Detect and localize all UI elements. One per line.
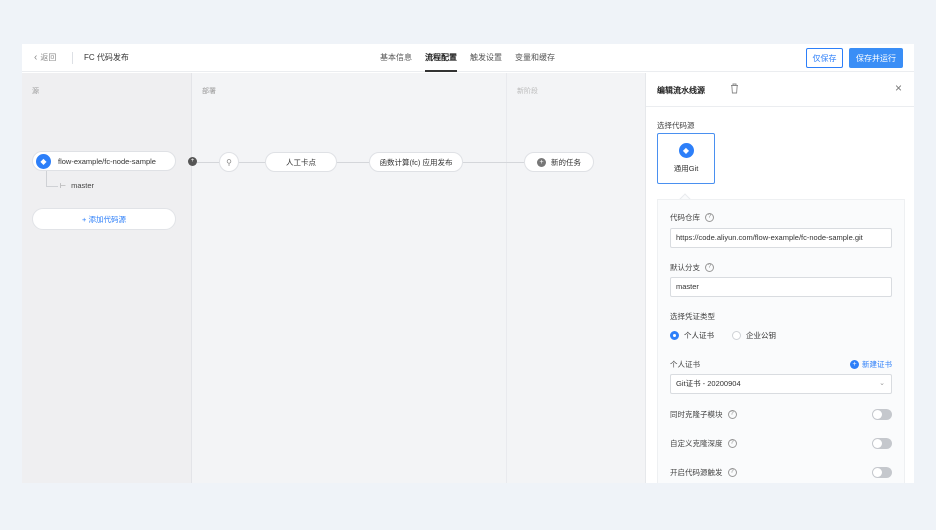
- close-icon[interactable]: ×: [895, 82, 902, 94]
- help-icon[interactable]: ?: [705, 213, 714, 222]
- personal-cert-label: 个人证书: [670, 360, 700, 369]
- source-form: 代码仓库 ? https://code.aliyun.com/flow-exam…: [657, 199, 905, 483]
- trash-icon[interactable]: [730, 83, 739, 94]
- toggle-label-text: 开启代码源触发: [670, 468, 723, 477]
- new-task-button[interactable]: + 新的任务: [524, 152, 594, 172]
- toggle-source-trigger[interactable]: [872, 467, 892, 478]
- radio-checked-icon: [670, 331, 679, 340]
- radio-label: 企业公钥: [746, 331, 776, 340]
- radio-unchecked-icon: [732, 331, 741, 340]
- add-source-button[interactable]: + 添加代码源: [32, 208, 176, 230]
- back-label: 返回: [40, 53, 57, 62]
- app-window: ‹ 返回 FC 代码发布 基本信息 流程配置 触发设置 变量和缓存 仅保存 保存…: [22, 44, 914, 483]
- stage-label: 新阶段: [517, 88, 538, 95]
- branch-connector: [46, 171, 58, 187]
- new-cert-label: 新建证书: [862, 360, 892, 369]
- panel-header: 编辑流水线源 ×: [646, 73, 914, 107]
- source-node[interactable]: ◆ flow-example/fc-node-sample: [32, 151, 176, 171]
- source-branch: ⊢ master: [60, 181, 94, 190]
- branch-label-text: 默认分支: [670, 263, 700, 272]
- help-icon[interactable]: ?: [727, 410, 737, 419]
- save-button[interactable]: 仅保存: [806, 48, 843, 68]
- edit-source-panel: 编辑流水线源 × 选择代码源 ◆ 通用Git 代码仓库 ? https://co…: [645, 73, 914, 483]
- stage-deploy: 部署: [192, 73, 506, 483]
- chevron-left-icon: ‹: [34, 51, 38, 63]
- toggle-label-submodules: 同时克隆子模块 ?: [670, 409, 737, 420]
- top-bar: ‹ 返回 FC 代码发布 基本信息 流程配置 触发设置 变量和缓存 仅保存 保存…: [22, 44, 914, 72]
- plus-circle-icon: +: [850, 360, 859, 369]
- help-icon[interactable]: ?: [727, 439, 737, 448]
- help-icon[interactable]: ?: [727, 468, 737, 477]
- chevron-down-icon: ⌄: [879, 380, 885, 387]
- cert-select-value: Git证书 - 20200904: [676, 379, 741, 388]
- toggle-label-clone-depth: 自定义克隆深度 ?: [670, 438, 737, 449]
- pipeline-canvas: 源 部署 新阶段 ◆ flow-example/fc-node-sample ⊢…: [22, 73, 645, 483]
- plus-icon: +: [537, 157, 546, 167]
- new-cert-link[interactable]: + 新建证书: [850, 359, 892, 370]
- radio-personal-cert[interactable]: 个人证书: [670, 330, 714, 341]
- radio-label: 个人证书: [684, 331, 714, 340]
- task-node-fc-deploy[interactable]: 函数计算(fc) 应用发布: [369, 152, 463, 172]
- new-task-label: 新的任务: [551, 157, 581, 167]
- task-node-manual-approval[interactable]: 人工卡点: [265, 152, 337, 172]
- repo-url-input[interactable]: https://code.aliyun.com/flow-example/fc-…: [670, 228, 892, 248]
- stage-source: 源: [22, 73, 192, 483]
- connector-line: [337, 162, 369, 163]
- connector-line: [239, 162, 265, 163]
- toggle-label-source-trigger: 开启代码源触发 ?: [670, 467, 737, 478]
- help-icon[interactable]: ?: [705, 263, 714, 272]
- source-option-label: 通用Git: [673, 164, 699, 173]
- branch-input[interactable]: master: [670, 277, 892, 297]
- tab-basic-info[interactable]: 基本信息: [380, 44, 412, 72]
- save-and-run-button[interactable]: 保存并运行: [849, 48, 903, 68]
- page-title: FC 代码发布: [84, 53, 129, 62]
- source-repo-name: flow-example/fc-node-sample: [58, 156, 156, 166]
- toggle-clone-depth[interactable]: [872, 438, 892, 449]
- branch-label: 默认分支 ?: [670, 262, 714, 273]
- cert-type-radio-group: 个人证书 企业公钥: [670, 330, 776, 341]
- git-icon: ◆: [678, 143, 694, 158]
- cert-type-label: 选择凭证类型: [670, 312, 715, 321]
- branch-icon: ⊢: [60, 182, 67, 190]
- toggle-submodules[interactable]: [872, 409, 892, 420]
- connector-line: [463, 162, 524, 163]
- connector-line: [197, 162, 219, 163]
- stage-label: 部署: [202, 88, 216, 95]
- panel-title: 编辑流水线源: [657, 86, 705, 95]
- tab-trigger-settings[interactable]: 触发设置: [470, 44, 502, 72]
- repo-label-text: 代码仓库: [670, 213, 700, 222]
- toggle-label-text: 同时克隆子模块: [670, 410, 723, 419]
- divider: [72, 52, 73, 64]
- tab-flow-config[interactable]: 流程配置: [425, 44, 457, 72]
- add-stage-icon[interactable]: +: [188, 157, 197, 166]
- toggle-label-text: 自定义克隆深度: [670, 439, 723, 448]
- select-source-label: 选择代码源: [657, 121, 695, 130]
- stage-label: 源: [32, 88, 39, 95]
- tab-variables-cache[interactable]: 变量和缓存: [515, 44, 555, 72]
- repo-label: 代码仓库 ?: [670, 212, 714, 223]
- cert-select[interactable]: Git证书 - 20200904 ⌄: [670, 374, 892, 394]
- source-option-git[interactable]: ◆ 通用Git: [657, 133, 715, 184]
- manual-gate-icon[interactable]: ⚲: [219, 152, 239, 172]
- radio-enterprise-key[interactable]: 企业公钥: [732, 330, 776, 341]
- git-icon: ◆: [36, 153, 51, 169]
- back-button[interactable]: ‹ 返回: [34, 52, 56, 63]
- stage-new[interactable]: 新阶段: [506, 73, 645, 483]
- branch-name: master: [71, 181, 95, 190]
- tab-bar: 基本信息 流程配置 触发设置 变量和缓存: [380, 44, 555, 72]
